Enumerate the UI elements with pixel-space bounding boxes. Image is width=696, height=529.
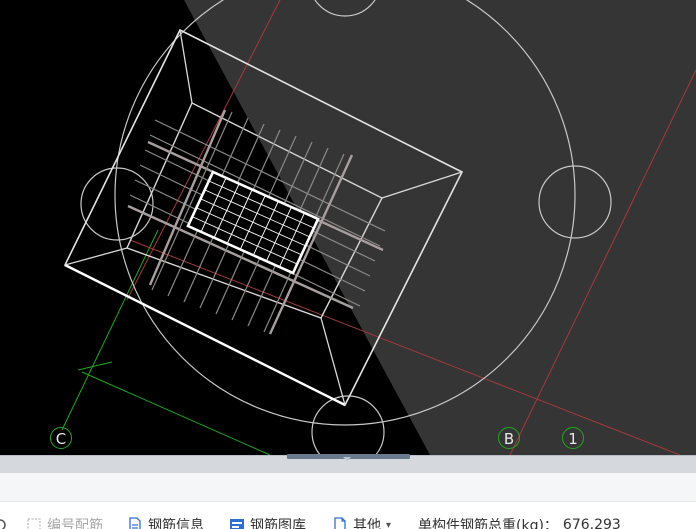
rebar-diagram-label: 钢筋图库 bbox=[250, 518, 306, 529]
total-weight-readout: 单构件钢筋总重(kg)： 676.293 bbox=[418, 516, 621, 529]
rebar-diagram-button[interactable]: 钢筋图库 bbox=[229, 516, 306, 529]
layout-rebar-label: 编号配筋 bbox=[47, 518, 103, 529]
corner-link-left bbox=[64, 247, 128, 266]
chevron-down-icon: ▾ bbox=[386, 519, 392, 529]
bottom-toolbar: 编号配筋 钢筋信息 钢筋图库 其他 ▾ 单构件钢筋总重(kg)： 676.293 bbox=[0, 502, 696, 529]
panel-splitter[interactable] bbox=[0, 454, 696, 473]
axis-label-b: B bbox=[498, 427, 520, 449]
axis-label-1: 1 bbox=[562, 427, 584, 449]
partial-tool[interactable] bbox=[0, 516, 8, 529]
corner-link-top bbox=[179, 29, 193, 104]
drawing-canvas[interactable] bbox=[0, 0, 696, 455]
rebar-info-label: 钢筋信息 bbox=[148, 518, 204, 529]
total-weight-value: 676.293 bbox=[562, 517, 621, 529]
image-gallery-icon bbox=[230, 519, 244, 529]
dimension-line bbox=[81, 371, 271, 455]
cad-viewport[interactable]: C B 1 bbox=[0, 0, 696, 455]
numbered-layout-icon bbox=[27, 518, 41, 529]
other-menu-button[interactable]: 其他 ▾ bbox=[332, 516, 391, 529]
axis-line-c bbox=[61, 229, 159, 431]
document-icon bbox=[129, 517, 141, 529]
collapse-arrow-icon[interactable] bbox=[343, 457, 351, 461]
axis-label-c: C bbox=[50, 427, 72, 449]
corner-link-bottom bbox=[320, 317, 346, 406]
other-label: 其他 bbox=[353, 518, 381, 529]
file-icon bbox=[334, 517, 346, 529]
dimension-tick bbox=[77, 361, 113, 371]
toolbar-band bbox=[0, 473, 696, 502]
rebar-info-button[interactable]: 钢筋信息 bbox=[127, 516, 204, 529]
gear-icon bbox=[0, 519, 6, 529]
layout-rebar-button[interactable]: 编号配筋 bbox=[26, 516, 103, 529]
total-weight-label: 单构件钢筋总重(kg)： bbox=[418, 518, 558, 529]
